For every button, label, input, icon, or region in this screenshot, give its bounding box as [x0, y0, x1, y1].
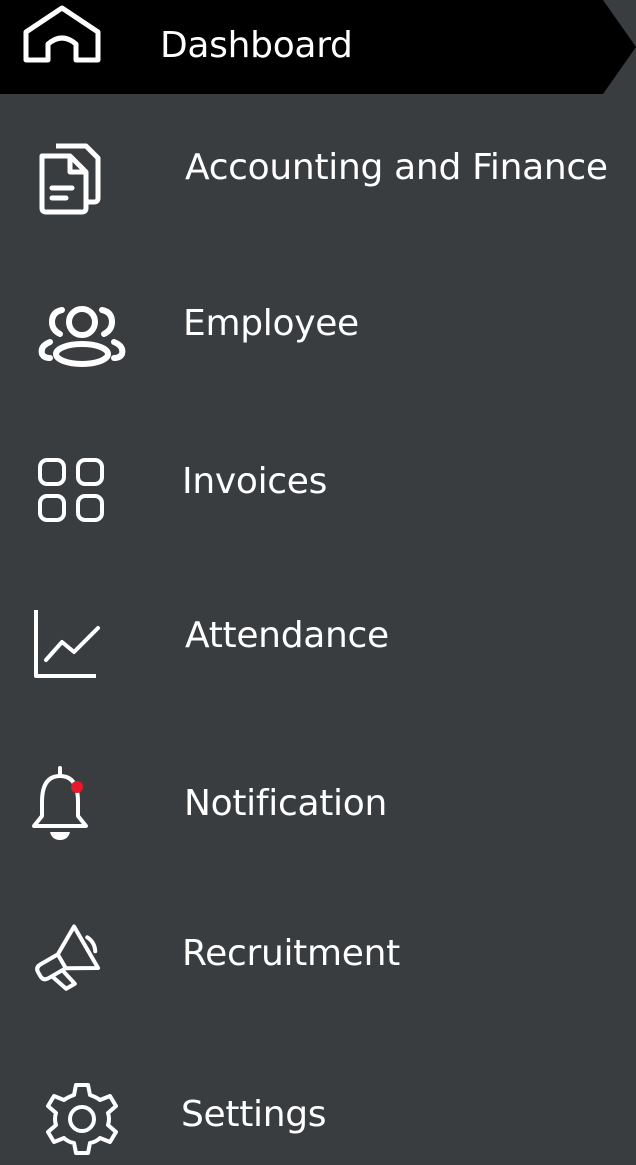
sidebar-item-label: Accounting and Finance — [185, 147, 608, 188]
sidebar-item-label: Recruitment — [182, 933, 400, 974]
sidebar-item-dashboard[interactable]: Dashboard — [0, 0, 636, 94]
sidebar-nav: Dashboard Accounting and Finance Employe… — [0, 0, 636, 1165]
megaphone-icon — [35, 924, 101, 991]
sidebar-item-recruitment[interactable]: Recruitment — [0, 892, 636, 1012]
chart-icon — [34, 610, 100, 678]
sidebar-item-employee[interactable]: Employee — [0, 266, 636, 386]
sidebar-item-attendance[interactable]: Attendance — [0, 576, 636, 696]
bell-icon — [32, 766, 88, 840]
sidebar-item-settings[interactable]: Settings — [0, 1045, 636, 1165]
sidebar-item-label: Invoices — [182, 461, 328, 502]
grid-icon — [38, 458, 104, 522]
sidebar-item-label: Employee — [183, 303, 359, 344]
sidebar-item-notification[interactable]: Notification — [0, 742, 636, 862]
notification-dot — [71, 781, 83, 793]
sidebar-item-label: Notification — [184, 783, 387, 824]
sidebar-item-invoices[interactable]: Invoices — [0, 422, 636, 542]
gear-icon — [46, 1083, 118, 1155]
sidebar-item-accounting-and-finance[interactable]: Accounting and Finance — [0, 110, 636, 230]
home-icon — [23, 5, 101, 63]
sidebar-item-label: Attendance — [185, 615, 389, 656]
documents-icon — [39, 143, 101, 215]
sidebar-item-label: Dashboard — [160, 25, 353, 66]
users-icon — [38, 306, 126, 367]
sidebar-item-label: Settings — [181, 1094, 327, 1135]
